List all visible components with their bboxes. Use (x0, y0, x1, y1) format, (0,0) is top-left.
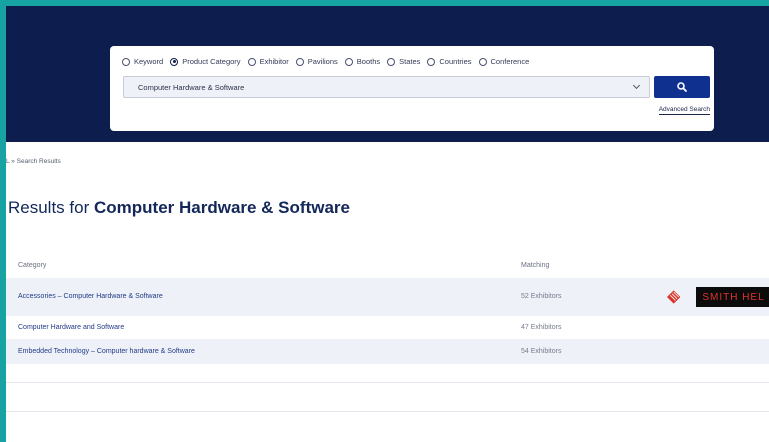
sponsor-logo-wordmark: SMITH HEL (696, 287, 769, 307)
breadcrumb: L » Search Results (6, 158, 61, 165)
category-link[interactable]: Computer Hardware and Software (18, 324, 124, 331)
category-link[interactable]: Embedded Technology – Computer hardware … (18, 348, 195, 355)
search-hero: Keyword Product Category Exhibitor Pavil… (6, 6, 769, 142)
radio-exhibitor[interactable]: Exhibitor (247, 57, 289, 66)
radio-booths[interactable]: Booths (344, 57, 380, 66)
search-card: Keyword Product Category Exhibitor Pavil… (110, 46, 714, 131)
category-select-value: Computer Hardware & Software (138, 82, 245, 92)
table-header: Category Matching (6, 252, 769, 278)
category-link[interactable]: Accessories – Computer Hardware & Softwa… (18, 293, 163, 300)
matching-count: 52 Exhibitors (521, 293, 562, 300)
column-header-category: Category (18, 262, 47, 269)
advanced-search-link[interactable]: Advanced Search (658, 106, 710, 115)
chevron-down-icon (632, 81, 641, 90)
radio-icon[interactable] (344, 57, 353, 66)
divider (6, 411, 769, 412)
results-prefix: Results for (8, 198, 94, 217)
breadcrumb-current: Search Results (16, 158, 61, 165)
radio-icon[interactable] (427, 57, 436, 66)
search-button[interactable] (654, 76, 710, 98)
sponsor-logo[interactable]: SMITH HEL (667, 284, 769, 310)
results-table: Category Matching Accessories – Computer… (6, 252, 769, 364)
table-row: Computer Hardware and Software 47 Exhibi… (6, 316, 769, 339)
radio-pavilions[interactable]: Pavilions (295, 57, 338, 66)
breadcrumb-home[interactable]: L (6, 158, 9, 165)
divider (6, 382, 769, 383)
table-row: Embedded Technology – Computer hardware … (6, 339, 769, 364)
radio-conference[interactable]: Conference (478, 57, 529, 66)
smith-logo-icon (667, 290, 681, 304)
radio-icon[interactable] (247, 57, 256, 66)
radio-icon[interactable] (170, 57, 179, 66)
matching-count: 47 Exhibitors (521, 324, 562, 331)
radio-countries[interactable]: Countries (427, 57, 472, 66)
search-icon (677, 82, 687, 92)
radio-product-category[interactable]: Product Category (170, 57, 241, 66)
page: Keyword Product Category Exhibitor Pavil… (6, 6, 769, 442)
table-row: Accessories – Computer Hardware & Softwa… (6, 278, 769, 316)
radio-icon[interactable] (478, 57, 487, 66)
radio-icon[interactable] (387, 57, 396, 66)
radio-icon[interactable] (295, 57, 304, 66)
breadcrumb-separator: » (11, 158, 15, 165)
radio-states[interactable]: States (387, 57, 420, 66)
page-title: Results for Computer Hardware & Software (8, 198, 350, 218)
results-query: Computer Hardware & Software (93, 198, 350, 217)
matching-count: 54 Exhibitors (521, 348, 562, 355)
search-type-radios: Keyword Product Category Exhibitor Pavil… (122, 57, 536, 66)
column-header-matching: Matching (521, 262, 550, 269)
radio-icon[interactable] (122, 57, 130, 66)
category-select[interactable]: Computer Hardware & Software (123, 76, 650, 98)
radio-keyword[interactable]: Keyword (122, 57, 163, 66)
